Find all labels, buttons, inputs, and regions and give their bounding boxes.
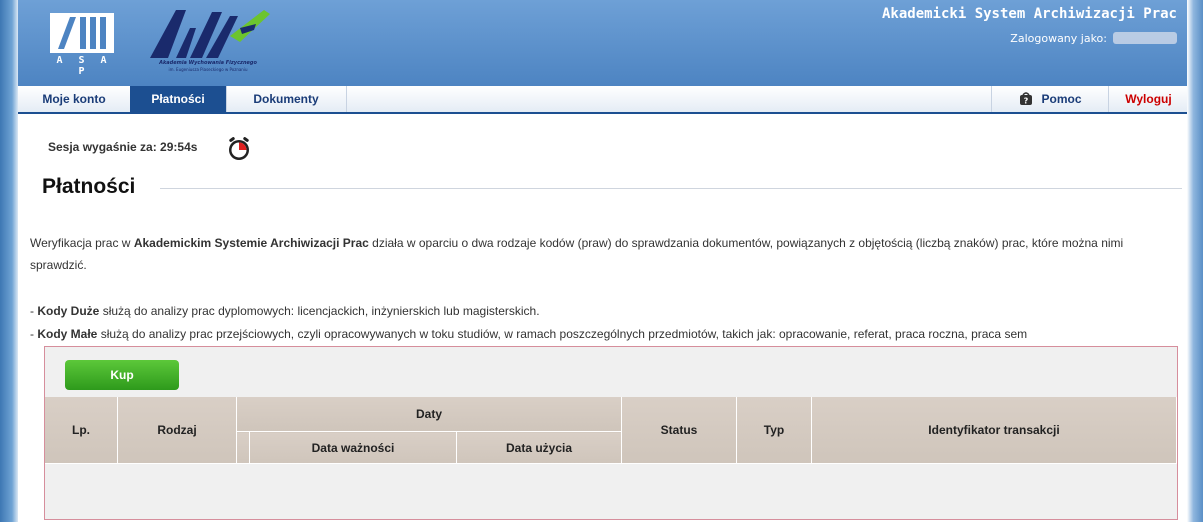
kody-male-text: służą do analizy prac przejściowych, czy…: [97, 327, 1028, 341]
page-frame: A S A P Akademia Wychowania Fizycznego i…: [18, 0, 1187, 522]
awf-logo-line2: im. Eugeniusza Piaseckiego w Poznaniu: [168, 67, 248, 72]
session-timer: Sesja wygaśnie za: 29:54s: [48, 140, 198, 154]
kody-duze-label: Kody Duże: [37, 304, 100, 318]
col-data-uzycia[interactable]: Data użycia: [456, 431, 622, 464]
asap-logo-mark: [50, 13, 114, 53]
logged-as-label: Zalogowany jako:: [1010, 32, 1107, 45]
col-daty-spacer: [236, 431, 250, 464]
col-identyfikator[interactable]: Identyfikator transakcji: [811, 397, 1177, 464]
col-typ[interactable]: Typ: [736, 397, 812, 464]
kody-male-label: Kody Małe: [37, 327, 98, 341]
desc-text-bold: Akademickim Systemie Archiwizacji Prac: [133, 236, 369, 250]
kody-male-line: - Kody Małe służą do analizy prac przejś…: [30, 327, 1027, 341]
col-daty: Daty: [236, 397, 622, 432]
payments-panel: Kup Lp. Rodzaj Daty Status Typ Identyfik…: [44, 346, 1178, 520]
kody-duze-line: - Kody Duże służą do analizy prac dyplom…: [30, 304, 540, 318]
title-divider: [160, 188, 1182, 189]
username-redacted: [1113, 32, 1177, 44]
col-data-waznosci[interactable]: Data ważności: [249, 431, 457, 464]
window-edge-right: [1187, 0, 1203, 522]
main-nav: Moje konto Płatności Dokumenty ? Pomoc W…: [18, 86, 1187, 114]
tab-moje-konto[interactable]: Moje konto: [18, 86, 131, 112]
tab-platnosci[interactable]: Płatności: [130, 86, 227, 112]
awf-logo-mark: [150, 10, 270, 58]
tab-pomoc[interactable]: ? Pomoc: [991, 86, 1109, 112]
col-rodzaj[interactable]: Rodzaj: [117, 397, 237, 464]
asap-logo[interactable]: A S A P: [48, 11, 120, 77]
kody-duze-text: służą do analizy prac dyplomowych: licen…: [99, 304, 540, 318]
tab-dokumenty[interactable]: Dokumenty: [226, 86, 347, 112]
col-status[interactable]: Status: [621, 397, 737, 464]
alarm-clock-icon: [229, 137, 249, 160]
description-paragraph: Weryfikacja prac w Akademickim Systemie …: [30, 232, 1175, 276]
header-banner: A S A P Akademia Wychowania Fizycznego i…: [18, 0, 1187, 86]
svg-text:?: ?: [1024, 97, 1029, 106]
tab-pomoc-label: Pomoc: [1041, 92, 1082, 106]
desc-text-pre: Weryfikacja prac w: [30, 236, 134, 250]
app-title: Akademicki System Archiwizacji Prac: [881, 6, 1177, 22]
awf-logo-line1: Akademia Wychowania Fizycznego: [159, 60, 257, 66]
buy-button[interactable]: Kup: [65, 360, 179, 390]
asap-logo-text: A S A P: [56, 55, 112, 77]
page-title: Płatności: [42, 175, 136, 198]
tab-wyloguj[interactable]: Wyloguj: [1108, 86, 1188, 112]
help-bag-icon: ?: [1020, 92, 1033, 106]
payments-table: Lp. Rodzaj Daty Status Typ Identyfikator…: [45, 397, 1177, 464]
col-lp[interactable]: Lp.: [45, 397, 118, 464]
awf-logo: Akademia Wychowania Fizycznego im. Eugen…: [146, 6, 276, 78]
window-edge-left: [0, 0, 20, 522]
